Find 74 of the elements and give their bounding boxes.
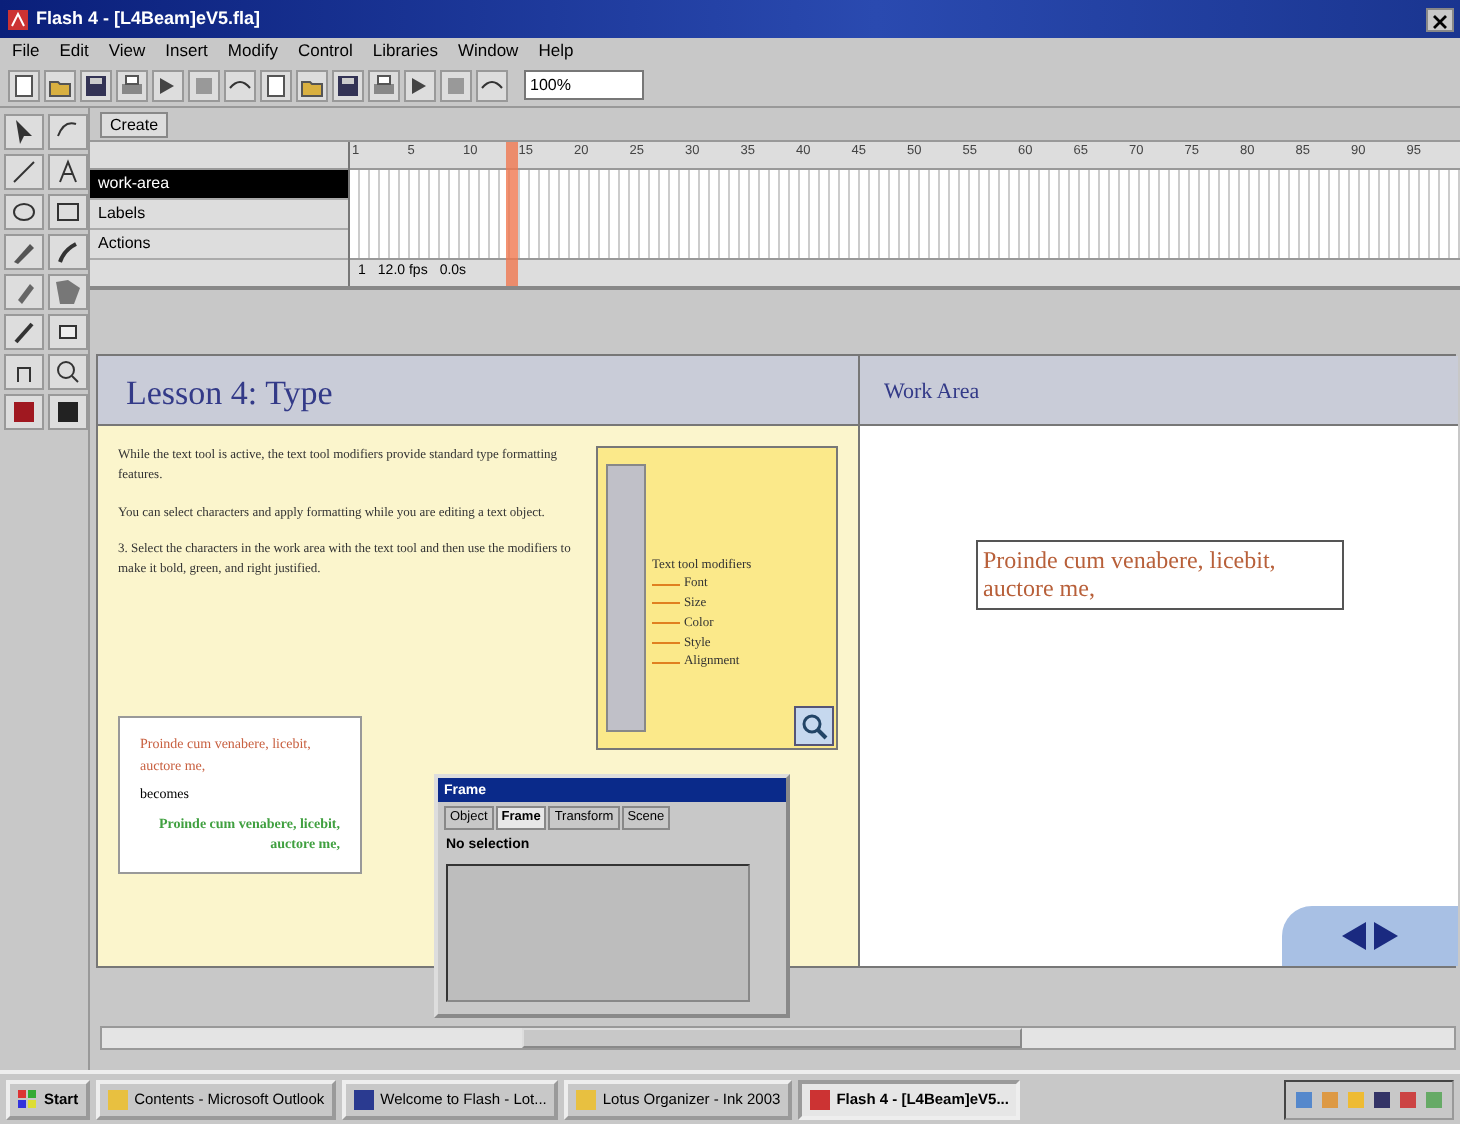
- windows-logo-icon: [18, 1089, 38, 1109]
- tool-button[interactable]: [48, 234, 88, 270]
- text-box[interactable]: Proinde cum venabere, licebit, auctore me,: [975, 540, 1343, 610]
- tool-button[interactable]: [4, 154, 44, 190]
- toolbar-button[interactable]: [80, 69, 112, 101]
- toolbar-icon: [262, 71, 290, 99]
- leader-line: [651, 641, 680, 644]
- leader-line: [651, 583, 680, 586]
- swatch-icon: [54, 398, 82, 426]
- toolbar-button[interactable]: [404, 69, 436, 101]
- menu-item[interactable]: Libraries: [372, 38, 438, 64]
- app-icon: [6, 7, 30, 31]
- menu-item[interactable]: Edit: [59, 38, 89, 64]
- toolbar-button[interactable]: [296, 69, 328, 101]
- tool-icon: [52, 356, 84, 388]
- toolbar-button[interactable]: [368, 69, 400, 101]
- app-icon: [108, 1089, 129, 1109]
- menu-item[interactable]: File: [12, 38, 40, 64]
- tool-button[interactable]: [4, 194, 44, 230]
- list-box[interactable]: [446, 864, 750, 1002]
- toolbar-button[interactable]: [152, 69, 184, 101]
- tool-button[interactable]: [48, 194, 88, 230]
- window-title: Flash 4 - [L4Beam]eV5.fla]: [36, 5, 261, 32]
- work-area-title: Work Area: [858, 356, 1458, 426]
- tool-icon: [8, 156, 40, 188]
- toolbar-button[interactable]: [8, 69, 40, 101]
- menu-item[interactable]: Help: [538, 38, 574, 64]
- toolbar-button[interactable]: [332, 69, 364, 101]
- scroll-thumb[interactable]: [522, 1028, 1022, 1048]
- tool-button[interactable]: [4, 354, 44, 390]
- menu-item[interactable]: Insert: [165, 38, 208, 64]
- toolbar-button[interactable]: [224, 69, 256, 101]
- toolbar-button[interactable]: [44, 69, 76, 101]
- toolbar-button[interactable]: [476, 69, 508, 101]
- tool-button[interactable]: [48, 114, 88, 150]
- tool-button[interactable]: [48, 154, 88, 190]
- tool-icon: [52, 276, 84, 308]
- fill-color-button[interactable]: [48, 394, 88, 430]
- app-icon: [354, 1089, 375, 1109]
- tool-button[interactable]: [4, 114, 44, 150]
- zoom-field[interactable]: 100%: [524, 70, 644, 100]
- toolbar-icon: [334, 71, 362, 99]
- lesson-title: Lesson 4: Type: [98, 356, 858, 426]
- toolbar-icon: [118, 71, 146, 99]
- close-icon: [1432, 14, 1448, 31]
- toolbar-button[interactable]: [116, 69, 148, 101]
- zoom-button[interactable]: [794, 706, 834, 746]
- leader-line: [651, 622, 680, 625]
- layer-row[interactable]: work-area: [90, 170, 348, 200]
- leader-line: [651, 602, 680, 605]
- horizontal-scrollbar[interactable]: [100, 1026, 1456, 1050]
- stroke-color-button[interactable]: [4, 394, 44, 430]
- tool-button[interactable]: [4, 234, 44, 270]
- swatch-icon: [10, 398, 38, 426]
- menu-item[interactable]: Window: [457, 38, 519, 64]
- tool-button[interactable]: [4, 314, 44, 350]
- toolbar-icon: [10, 71, 38, 99]
- menu-item[interactable]: View: [108, 38, 146, 64]
- app-icon: [810, 1089, 831, 1109]
- app-icon: [576, 1089, 597, 1109]
- scene-button[interactable]: Create: [100, 111, 169, 137]
- menu-item[interactable]: Control: [297, 38, 353, 64]
- toolbar-button[interactable]: [260, 69, 292, 101]
- tool-button[interactable]: [48, 354, 88, 390]
- layer-row[interactable]: Labels: [90, 200, 348, 230]
- toolbar-icon: [82, 71, 110, 99]
- toolbar-icon: [370, 71, 398, 99]
- tool-button[interactable]: [48, 314, 88, 350]
- previous-button[interactable]: [1340, 920, 1368, 952]
- close-button[interactable]: [1426, 7, 1454, 31]
- next-button[interactable]: [1372, 920, 1400, 952]
- leader-line: [651, 661, 680, 664]
- layer-row[interactable]: Actions: [90, 230, 348, 260]
- menu-item[interactable]: Modify: [227, 38, 278, 64]
